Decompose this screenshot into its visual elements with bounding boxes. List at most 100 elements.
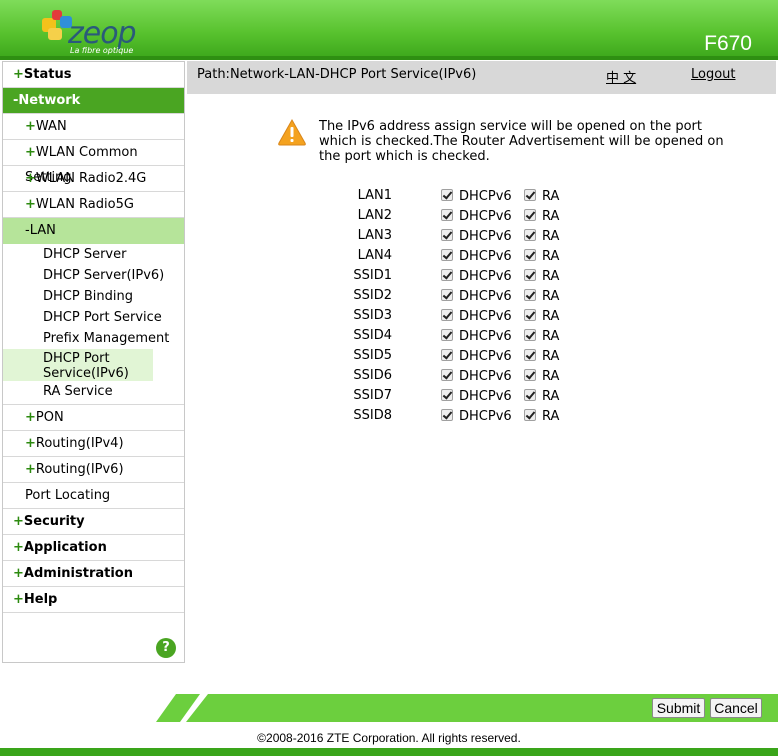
sidebar-item-network[interactable]: -Network [3,88,184,114]
menu-dhcp-port-service[interactable]: DHCP Port Service [3,307,184,328]
ra-label: RA [542,409,560,424]
ra-checkbox[interactable] [524,349,536,361]
port-row: SSID3 DHCPv6 RA [353,306,590,326]
ra-checkbox[interactable] [524,389,536,401]
port-name: LAN1 [357,188,392,203]
ra-checkbox[interactable] [524,229,536,241]
sidebar-item-label: WLAN Radio2.4G [35,171,147,186]
dhcpv6-checkbox[interactable] [441,269,453,281]
dhcpv6-label: DHCPv6 [459,369,512,384]
menu-dhcp-port-service-ipv6[interactable]: DHCP Port Service(IPv6) [3,349,153,381]
sidebar-item-wlan-radio24[interactable]: +WLAN Radio2.4G [3,166,184,192]
port-name: SSID3 [353,308,392,323]
dhcpv6-label: DHCPv6 [459,349,512,364]
menu-dhcp-server-ipv6[interactable]: DHCP Server(IPv6) [3,265,184,286]
footer-strip [0,748,778,756]
sidebar-item-pon[interactable]: +PON [3,405,184,431]
dhcpv6-label: DHCPv6 [459,389,512,404]
ra-checkbox[interactable] [524,289,536,301]
ra-label: RA [542,269,560,284]
menu-prefix-management[interactable]: Prefix Management [3,328,184,349]
dhcpv6-label: DHCPv6 [459,229,512,244]
dhcpv6-checkbox[interactable] [441,249,453,261]
ra-checkbox[interactable] [524,329,536,341]
sidebar-item-routing-ipv6[interactable]: +Routing(IPv6) [3,457,184,483]
port-row: SSID8 DHCPv6 RA [353,406,590,426]
sidebar-item-label: WAN [35,119,67,134]
language-link[interactable]: 中 文 [606,67,636,86]
sidebar-item-label: Network [18,93,81,108]
sidebar-item-application[interactable]: +Application [3,535,184,561]
submit-button[interactable]: Submit [652,698,705,718]
device-model: F670 [704,32,752,55]
sidebar-item-port-locating[interactable]: Port Locating [3,483,184,509]
cancel-button[interactable]: Cancel [710,698,762,718]
sidebar-item-routing-ipv4[interactable]: +Routing(IPv4) [3,431,184,457]
port-name: SSID6 [353,368,392,383]
sidebar-item-help[interactable]: +Help [3,587,184,613]
sidebar-item-security[interactable]: +Security [3,509,184,535]
port-name: LAN4 [357,248,392,263]
port-list: LAN1 DHCPv6 RA LAN2 DHCPv6 RA LAN3 DHCPv6 RA LAN4… [353,186,590,426]
menu-dhcp-binding[interactable]: DHCP Binding [3,286,184,307]
sidebar-item-status[interactable]: +Status [3,62,184,88]
ra-checkbox[interactable] [524,209,536,221]
breadcrumb: Path:Network-LAN-DHCP Port Service(IPv6) [197,67,477,82]
port-row: LAN1 DHCPv6 RA [358,186,590,206]
header-divider [0,56,778,60]
dhcpv6-checkbox[interactable] [441,209,453,221]
ra-checkbox[interactable] [524,189,536,201]
ra-checkbox[interactable] [524,309,536,321]
dhcpv6-checkbox[interactable] [441,309,453,321]
port-name: SSID7 [353,388,392,403]
menu-dhcp-server[interactable]: DHCP Server [3,244,184,265]
port-row: LAN4 DHCPv6 RA [358,246,590,266]
sidebar-item-label: PON [35,410,64,425]
dhcpv6-label: DHCPv6 [459,409,512,424]
dhcpv6-label: DHCPv6 [459,289,512,304]
ra-checkbox[interactable] [524,269,536,281]
ra-label: RA [542,289,560,304]
copyright-text: ©2008-2016 ZTE Corporation. All rights r… [257,731,521,745]
sidebar-item-wlan-radio5[interactable]: +WLAN Radio5G [3,192,184,218]
port-row: SSID7 DHCPv6 RA [353,386,590,406]
dhcpv6-label: DHCPv6 [459,329,512,344]
path-bar: Path:Network-LAN-DHCP Port Service(IPv6)… [187,61,776,94]
port-name: SSID5 [353,348,392,363]
port-row: SSID6 DHCPv6 RA [353,366,590,386]
ra-checkbox[interactable] [524,369,536,381]
ra-checkbox[interactable] [524,409,536,421]
dhcpv6-checkbox[interactable] [441,289,453,301]
sidebar-item-label: Security [23,514,85,529]
ra-label: RA [542,349,560,364]
warning-icon [278,118,306,146]
dhcpv6-checkbox[interactable] [441,189,453,201]
dhcpv6-checkbox[interactable] [441,369,453,381]
dhcpv6-checkbox[interactable] [441,349,453,361]
port-row: LAN3 DHCPv6 RA [358,226,590,246]
sidebar-item-label: Administration [23,566,133,581]
port-name: SSID1 [353,268,392,283]
sidebar-item-label: Routing(IPv6) [35,462,124,477]
sidebar-item-wlan-common[interactable]: +WLAN Common Setting [3,140,184,185]
sidebar-item-label: Help [23,592,58,607]
sidebar-item-wan[interactable]: +WAN [3,114,184,140]
port-name: LAN3 [357,228,392,243]
help-icon[interactable]: ? [156,638,176,658]
dhcpv6-checkbox[interactable] [441,229,453,241]
ra-checkbox[interactable] [524,249,536,261]
menu-ra-service[interactable]: RA Service [3,381,184,402]
port-row: SSID2 DHCPv6 RA [353,286,590,306]
header-banner: zeop La fibre optique F670 [0,0,778,60]
sidebar-item-administration[interactable]: +Administration [3,561,184,587]
dhcpv6-checkbox[interactable] [441,389,453,401]
dhcpv6-label: DHCPv6 [459,269,512,284]
dhcpv6-checkbox[interactable] [441,409,453,421]
sidebar-item-label: Application [23,540,107,555]
sidebar-item-lan[interactable]: -LAN [3,218,184,244]
sidebar-item-label: Status [23,67,72,82]
dhcpv6-checkbox[interactable] [441,329,453,341]
dhcpv6-label: DHCPv6 [459,189,512,204]
logout-link[interactable]: Logout [691,67,736,82]
brand-tagline: La fibre optique [70,46,134,55]
